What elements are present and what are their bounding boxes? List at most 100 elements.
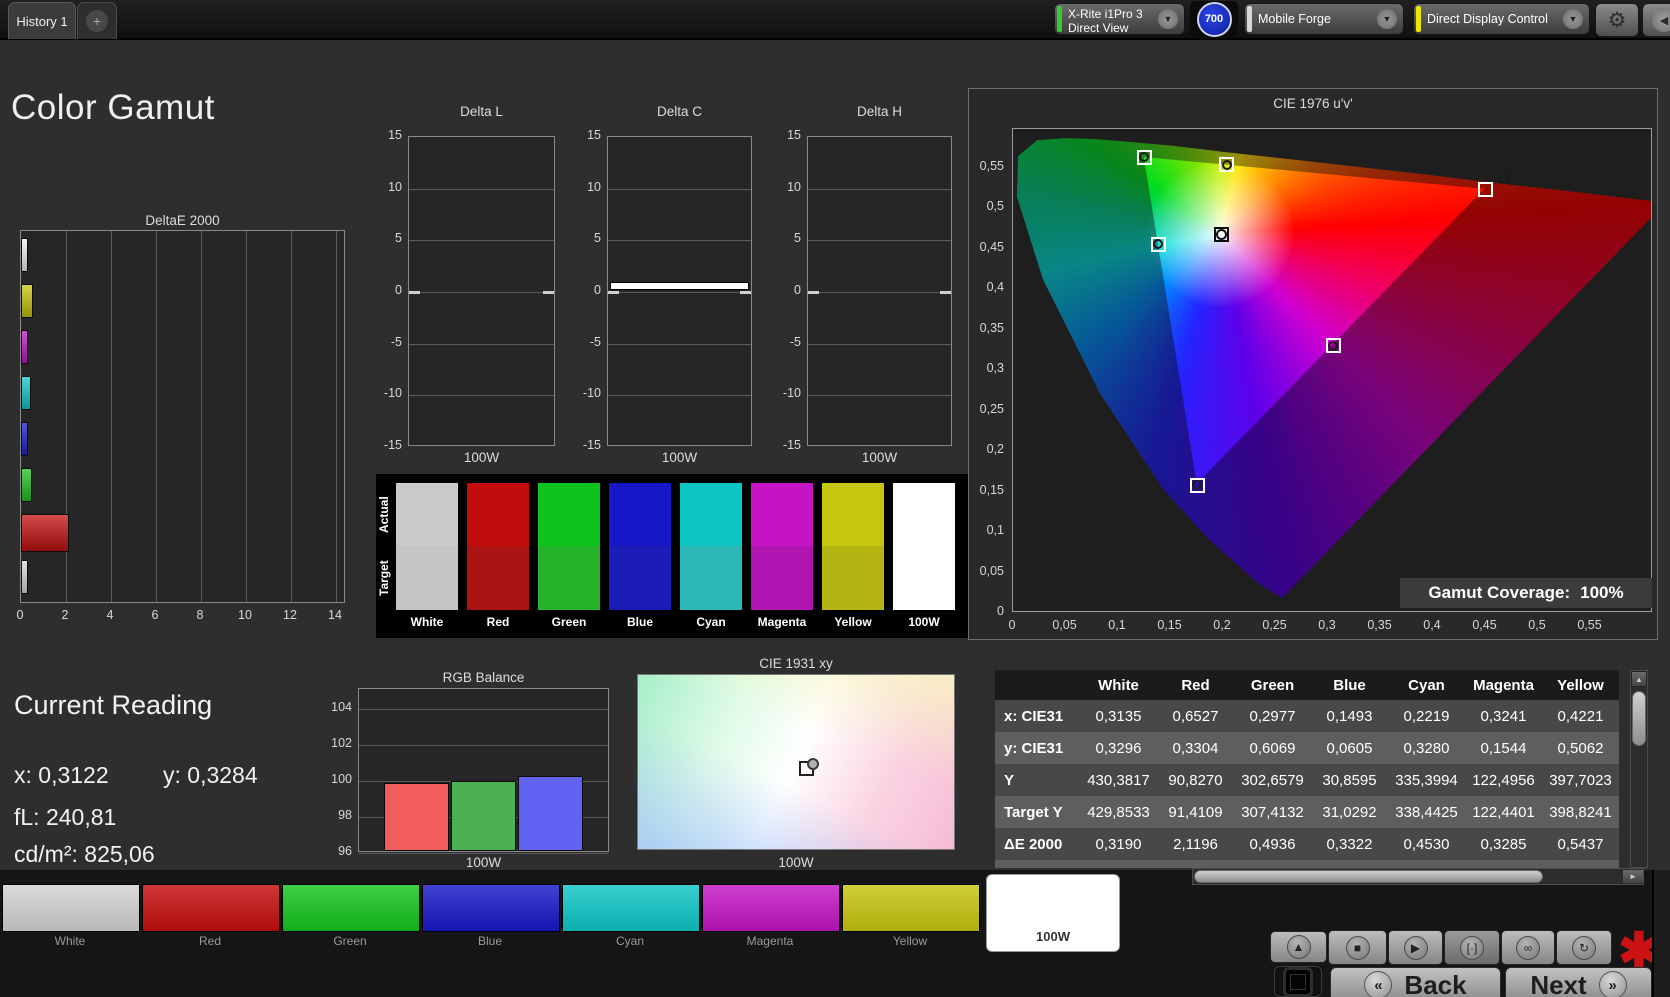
row-label: ΔE 2000 (995, 836, 1080, 853)
delta-y-tick: -10 (565, 386, 601, 400)
pattern-label: 100W (987, 929, 1119, 944)
pattern-item-100w-selected[interactable]: 100W (986, 874, 1120, 952)
infinity-icon: ∞ (1516, 936, 1540, 960)
swatch-target-red (467, 546, 529, 610)
chevron-up-icon: ▲ (1287, 935, 1311, 959)
table-cell: 430,3817 (1080, 772, 1157, 789)
rgb-balance-chart (358, 688, 609, 852)
play-button[interactable]: ▶ (1388, 930, 1443, 965)
source-dropdown[interactable]: Mobile Forge ▼ (1244, 3, 1404, 35)
delta-chart-delta-l (408, 136, 555, 446)
cie1976-y-tick: 0,35 (960, 321, 1004, 335)
scroll-right-button[interactable]: ► (1623, 870, 1643, 883)
cie1976-diagram (1012, 128, 1652, 612)
stop-button[interactable]: ■ (1328, 930, 1387, 965)
delta-y-tick: 5 (765, 231, 801, 245)
pattern-item-red[interactable] (142, 884, 280, 932)
deltae-bar-cyan (21, 376, 31, 410)
pattern-strip-scrollbar[interactable]: ► (1192, 868, 1644, 885)
add-tab-button[interactable]: + (77, 2, 117, 39)
delta-y-tick: 5 (565, 231, 601, 245)
gridline (409, 395, 554, 396)
deltae-x-tick: 10 (230, 608, 260, 622)
deltae-bar-yellow (21, 284, 33, 318)
collapse-panel-button[interactable]: ◀ (1642, 3, 1670, 37)
zero-tick (808, 291, 819, 294)
scrollbar-thumb[interactable] (1632, 691, 1646, 746)
back-button[interactable]: « Back (1330, 967, 1501, 997)
swatch-target-green (538, 546, 600, 610)
pattern-item-cyan[interactable] (562, 884, 700, 932)
chevron-down-icon: ▼ (1563, 9, 1583, 29)
meter-mode: Direct View (1068, 21, 1128, 35)
pattern-window-button[interactable] (1274, 966, 1322, 997)
deltae-bar-white (21, 560, 28, 594)
workflow-label: Direct Display Control (1427, 12, 1548, 26)
deltae-chart-title: DeltaE 2000 (20, 213, 345, 228)
play-icon: ▶ (1404, 936, 1428, 960)
gridline (608, 292, 751, 293)
cie1931-title: CIE 1931 xy (637, 656, 955, 671)
rgb-balance-title: RGB Balance (358, 670, 609, 685)
loop-button[interactable]: ∞ (1501, 930, 1555, 965)
swatch-label: Cyan (675, 615, 747, 629)
table-row: Target Y429,853391,4109307,413231,029233… (995, 796, 1619, 828)
delta-y-tick: -15 (565, 438, 601, 452)
swatch-actual-cyan (680, 483, 742, 546)
zero-tick (543, 291, 554, 294)
pattern-item-green[interactable] (282, 884, 420, 932)
cie1976-target-red (1478, 182, 1493, 197)
rgb-bar-red (384, 783, 449, 851)
cie1976-x-tick: 0,45 (1465, 618, 1505, 632)
delta-y-tick: -5 (765, 335, 801, 349)
column-header: White (1080, 677, 1157, 694)
scrollbar-thumb[interactable] (1194, 870, 1543, 883)
table-cell: 0,6527 (1157, 708, 1234, 725)
table-vertical-scrollbar[interactable]: ▲ (1630, 670, 1648, 868)
table-cell: 0,3190 (1080, 836, 1157, 853)
scroll-up-button[interactable]: ▲ (1631, 671, 1647, 687)
table-cell: 398,8241 (1542, 804, 1619, 821)
zero-tick (409, 291, 420, 294)
meter-name: X-Rite i1Pro 3 (1068, 7, 1143, 21)
swatch-actual-yellow (822, 483, 884, 546)
swatch-target-white (396, 546, 458, 610)
pattern-item-magenta[interactable] (702, 884, 840, 932)
step-button[interactable]: [·] (1444, 930, 1500, 965)
meter-status-stripe (1057, 6, 1062, 32)
pattern-item-white[interactable] (2, 884, 140, 932)
deltae-chart (20, 230, 345, 603)
refresh-button[interactable]: ↻ (1556, 930, 1612, 965)
deltae-bar-green (21, 468, 32, 502)
tab-history[interactable]: History 1 (8, 2, 76, 39)
gridline (409, 292, 554, 293)
app-root: History 1 + X-Rite i1Pro 3 Direct View ▼… (0, 0, 1670, 997)
cie1931-x-label: 100W (637, 855, 955, 870)
gridline (409, 189, 554, 190)
reading-y: y: 0,3284 (163, 762, 258, 789)
deltae-bar-blue (21, 422, 28, 456)
table-cell: 302,6579 (1234, 772, 1311, 789)
back-label: Back (1404, 970, 1466, 997)
settings-button[interactable]: ⚙ (1595, 3, 1639, 37)
table-cell: 31,0292 (1311, 804, 1388, 821)
rgb-y-tick: 104 (318, 700, 352, 714)
table-cell: 0,4221 (1542, 708, 1619, 725)
pattern-item-yellow[interactable] (842, 884, 980, 932)
step-icon: [·] (1460, 936, 1484, 960)
cie1976-y-tick: 0,3 (960, 361, 1004, 375)
workflow-dropdown[interactable]: Direct Display Control ▼ (1413, 3, 1590, 35)
delta-chart-title: Delta C (607, 104, 752, 119)
gridline (336, 231, 337, 602)
pattern-item-blue[interactable] (422, 884, 560, 932)
next-button[interactable]: Next » (1505, 967, 1652, 997)
zero-tick (740, 291, 751, 294)
cie1976-x-tick: 0 (992, 618, 1032, 632)
gridline (359, 745, 608, 746)
pattern-label: Magenta (702, 934, 838, 948)
expand-strip-button[interactable]: ▲ (1270, 931, 1327, 963)
swatch-target-yellow (822, 546, 884, 610)
table-cell: 0,3304 (1157, 740, 1234, 757)
table-cell: 0,4936 (1234, 836, 1311, 853)
meter-dropdown[interactable]: X-Rite i1Pro 3 Direct View ▼ (1054, 3, 1185, 35)
